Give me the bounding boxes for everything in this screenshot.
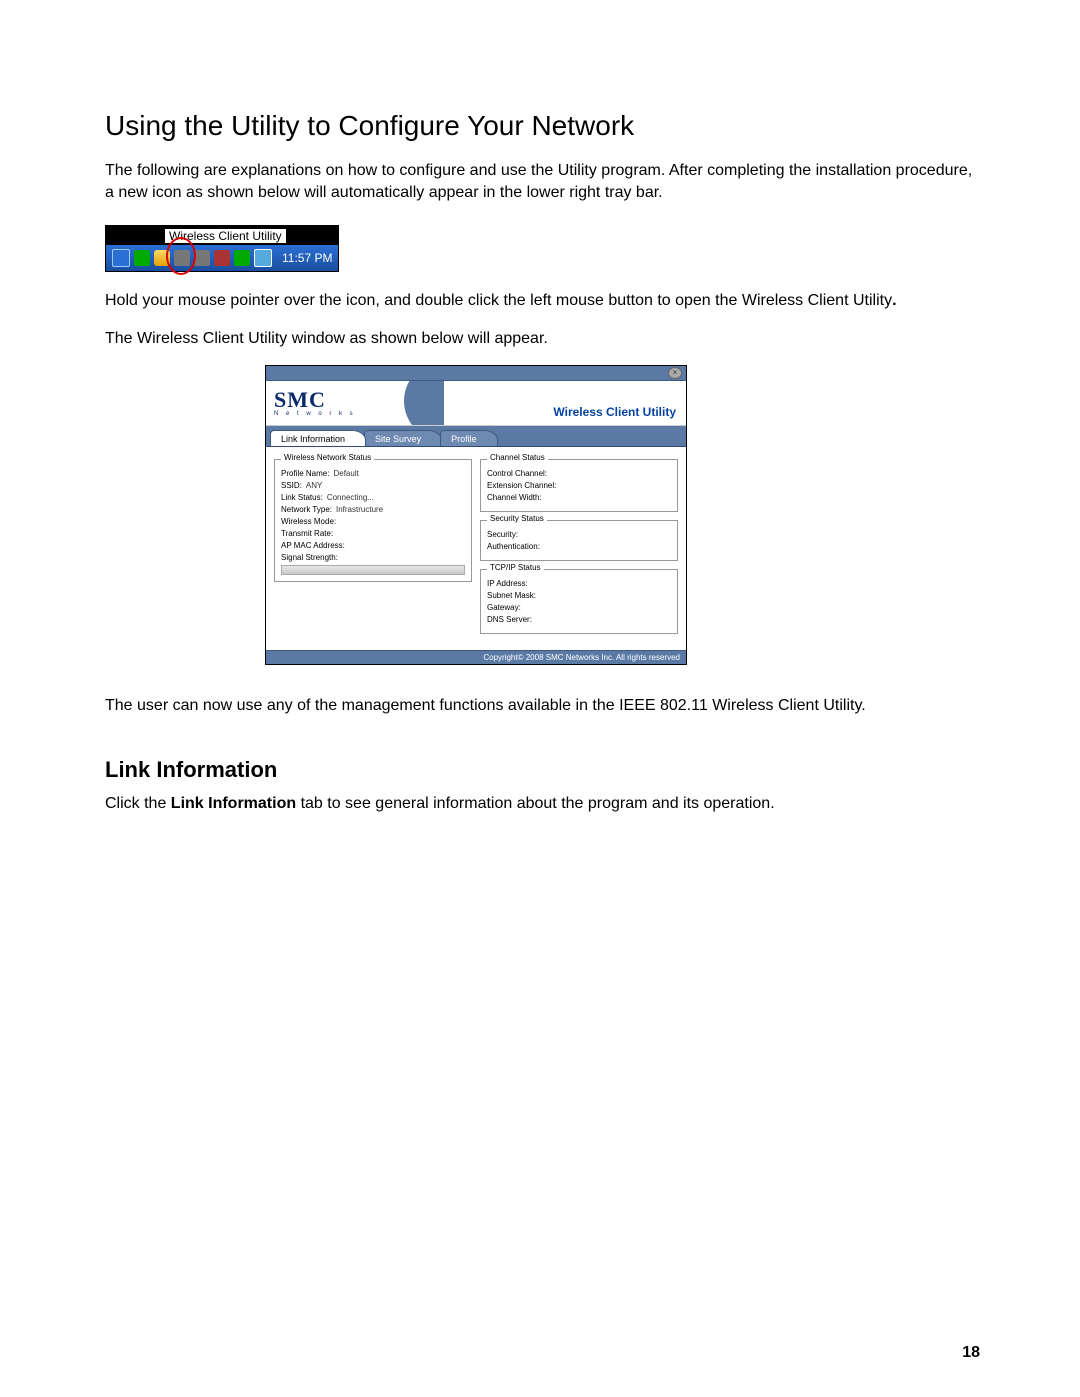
- field-subnet-mask: Subnet Mask: [487, 591, 671, 600]
- field-ssid: SSID ANY: [281, 481, 465, 490]
- label: Subnet Mask: [487, 591, 536, 600]
- tray-clock: 11:57 PM: [282, 251, 332, 265]
- field-signal-strength: Signal Strength: [281, 553, 465, 562]
- tray-generic-icon: [194, 250, 210, 266]
- page-heading: Using the Utility to Configure Your Netw…: [105, 110, 985, 142]
- group-legend: Channel Status: [487, 453, 548, 462]
- group-legend: Security Status: [487, 514, 547, 523]
- value: Infrastructure: [336, 505, 383, 514]
- text: Hold your mouse pointer over the icon, a…: [105, 292, 892, 309]
- field-gateway: Gateway: [487, 603, 671, 612]
- label: Link Status: [281, 493, 323, 502]
- label: Wireless Mode: [281, 517, 336, 526]
- field-ip-address: IP Address: [487, 579, 671, 588]
- section-heading-link-information: Link Information: [105, 757, 985, 783]
- text: .: [892, 292, 896, 309]
- label: DNS Server: [487, 615, 532, 624]
- value: ANY: [306, 481, 322, 490]
- left-column: Wireless Network Status Profile NameDefa…: [274, 459, 472, 642]
- label: Signal Strength: [281, 553, 338, 562]
- field-authentication: Authentication: [487, 542, 671, 551]
- tray-tooltip: Wireless Client Utility: [164, 228, 287, 244]
- label: Control Channel: [487, 469, 547, 478]
- tab-site-survey[interactable]: Site Survey: [364, 430, 442, 446]
- battery-icon: [254, 249, 272, 267]
- field-wireless-mode: Wireless Mode: [281, 517, 465, 526]
- label: Security: [487, 530, 518, 539]
- label: SSID: [281, 481, 302, 490]
- page-number: 18: [962, 1344, 980, 1362]
- label: AP MAC Address: [281, 541, 345, 550]
- group-legend: Wireless Network Status: [281, 453, 374, 462]
- utility-body: Wireless Network Status Profile Name Defa…: [266, 447, 686, 650]
- intro-paragraph: The following are explanations on how to…: [105, 160, 985, 203]
- label: Profile Name: [281, 469, 329, 478]
- utility-header: SMC N e t w o r k s Wireless Client Util…: [266, 381, 686, 426]
- utility-title: Wireless Client Utility: [553, 405, 676, 419]
- wireless-network-status-group: Wireless Network Status Profile NameDefa…: [274, 459, 472, 582]
- tray-generic-icon: [234, 250, 250, 266]
- utility-window: × SMC N e t w o r k s Wireless Client Ut…: [265, 365, 687, 665]
- security-status-group: Security Status Security Authentication: [480, 520, 678, 561]
- header-curve: [384, 381, 444, 425]
- tray-generic-icon: [134, 250, 150, 266]
- taskbar: 11:57 PM: [106, 245, 338, 271]
- field-control-channel: Control Channel: [487, 469, 671, 478]
- right-column: Channel Status Control Channel Extension…: [480, 459, 678, 642]
- field-transmit-rate: Transmit Rate: [281, 529, 465, 538]
- para-window-appear: The Wireless Client Utility window as sh…: [105, 328, 985, 350]
- label: Transmit Rate: [281, 529, 333, 538]
- group-legend: TCP/IP Status: [487, 563, 544, 572]
- titlebar: ×: [266, 366, 686, 381]
- logo-text: SMC: [274, 389, 356, 411]
- field-profile-name: Profile Name Default: [281, 469, 465, 478]
- document-page: Using the Utility to Configure Your Netw…: [0, 0, 1080, 1397]
- tray-screenshot: Wireless Client Utility 11:57 PM: [105, 225, 339, 272]
- field-network-type: Network Type Infrastructure: [281, 505, 465, 514]
- label: Network Type: [281, 505, 332, 514]
- field-channel-width: Channel Width: [487, 493, 671, 502]
- label: Extension Channel: [487, 481, 556, 490]
- signal-strength-bar: [281, 565, 465, 575]
- field-ap-mac: AP MAC Address: [281, 541, 465, 550]
- monitor-icon: [112, 249, 130, 267]
- text: tab to see general information about the…: [296, 795, 775, 812]
- text-bold: Link Information: [171, 795, 296, 812]
- tcpip-status-group: TCP/IP Status IP Address Subnet Mask Gat…: [480, 569, 678, 634]
- para-click-link-info: Click the Link Information tab to see ge…: [105, 793, 985, 815]
- field-link-status: Link Status Connecting...: [281, 493, 465, 502]
- label: Channel Width: [487, 493, 542, 502]
- tray-generic-icon: [174, 250, 190, 266]
- utility-screenshot: × SMC N e t w o r k s Wireless Client Ut…: [265, 365, 985, 665]
- smc-logo: SMC N e t w o r k s: [266, 389, 356, 417]
- value: Default: [333, 469, 358, 478]
- text: Click the: [105, 795, 171, 812]
- field-extension-channel: Extension Channel: [487, 481, 671, 490]
- label: Authentication: [487, 542, 540, 551]
- label: Gateway: [487, 603, 521, 612]
- value: Connecting...: [327, 493, 374, 502]
- para-hold-mouse: Hold your mouse pointer over the icon, a…: [105, 290, 985, 312]
- wireless-utility-icon[interactable]: [154, 250, 170, 266]
- tab-bar: Link Information Site Survey Profile: [266, 426, 686, 447]
- tab-link-information[interactable]: Link Information: [270, 430, 366, 446]
- tab-profile[interactable]: Profile: [440, 430, 498, 446]
- field-dns-server: DNS Server: [487, 615, 671, 624]
- logo-subtext: N e t w o r k s: [274, 411, 356, 417]
- label: IP Address: [487, 579, 528, 588]
- utility-footer: Copyright© 2008 SMC Networks Inc. All ri…: [266, 650, 686, 664]
- para-management-functions: The user can now use any of the manageme…: [105, 695, 985, 717]
- field-security: Security: [487, 530, 671, 539]
- channel-status-group: Channel Status Control Channel Extension…: [480, 459, 678, 512]
- close-icon[interactable]: ×: [668, 367, 682, 379]
- tray-generic-icon: [214, 250, 230, 266]
